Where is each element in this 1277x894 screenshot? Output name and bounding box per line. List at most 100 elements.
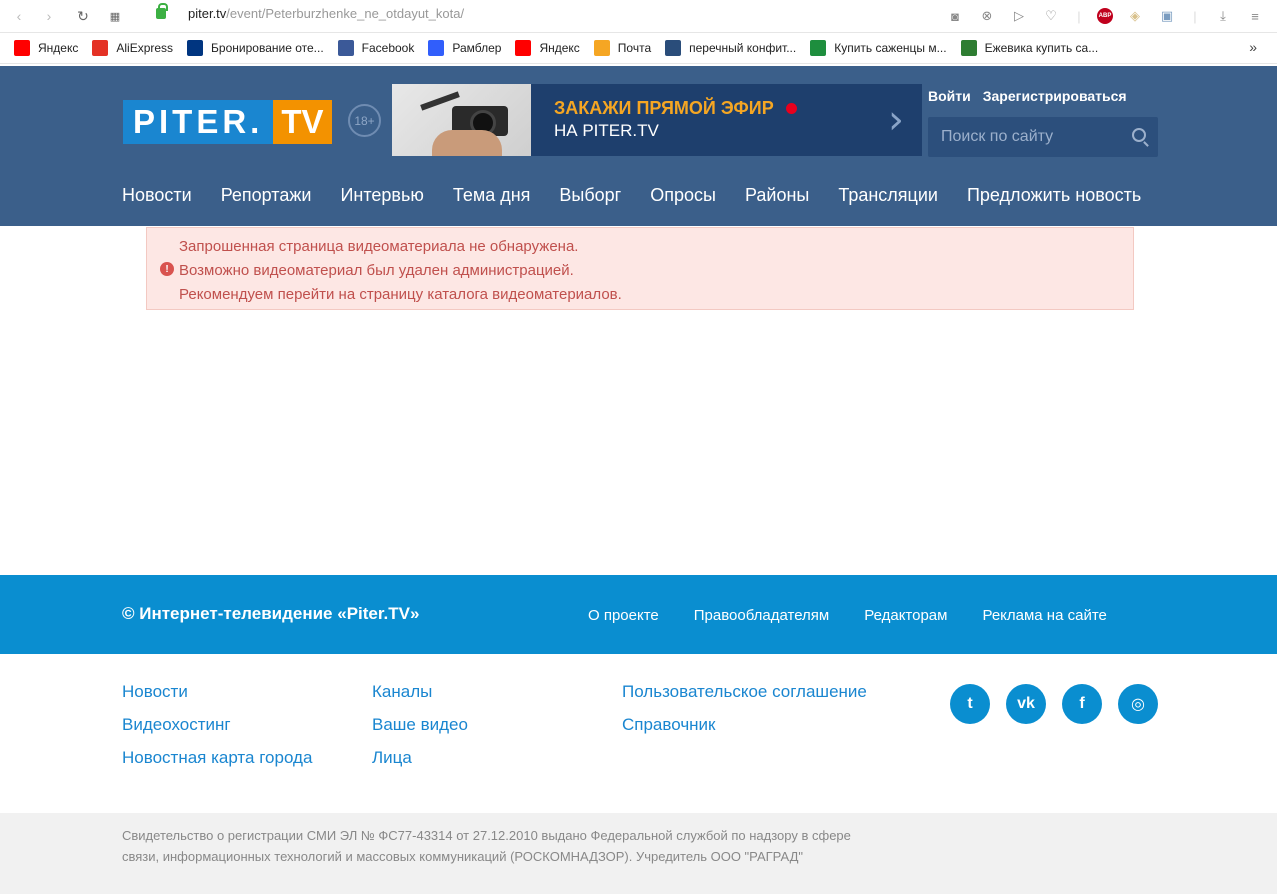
menu-icon[interactable]: ≡ <box>1245 6 1265 26</box>
footer-link[interactable]: Реклама на сайте <box>982 607 1106 624</box>
register-link[interactable]: Зарегистрироваться <box>983 88 1127 104</box>
bookmark-item[interactable]: Рамблер <box>428 40 501 56</box>
forward-icon[interactable]: › <box>38 5 60 27</box>
yandex-icon <box>14 40 30 56</box>
bookmark-item[interactable]: AliExpress <box>92 40 173 56</box>
url-host: piter.tv <box>188 6 227 21</box>
bookmark-label: Купить саженцы м... <box>834 41 947 55</box>
footer-link[interactable]: Редакторам <box>864 607 947 624</box>
facebook-icon[interactable]: f <box>1062 684 1102 724</box>
footer-link[interactable]: О проекте <box>588 607 659 624</box>
footer-col-link[interactable]: Пользовательское соглашение <box>622 682 867 701</box>
divider: | <box>1077 8 1081 24</box>
banner-title: ЗАКАЖИ ПРЯМОЙ ЭФИР <box>554 98 774 118</box>
nav-item[interactable]: Предложить новость <box>967 185 1141 206</box>
login-link[interactable]: Войти <box>928 88 971 104</box>
bookmark-label: Яндекс <box>38 41 79 55</box>
download-icon[interactable]: ⤓ <box>1213 6 1233 26</box>
nav-item[interactable]: Выборг <box>559 185 621 206</box>
nav-item[interactable]: Тема дня <box>453 185 531 206</box>
bookmark-label: Почта <box>617 41 652 55</box>
logo-part2: TV <box>273 100 332 144</box>
heart-icon[interactable]: ♡ <box>1041 6 1061 26</box>
bookmark-label: перечный конфит... <box>689 41 797 55</box>
bookmark-item[interactable]: перечный конфит... <box>665 40 796 56</box>
nav-item[interactable]: Интервью <box>340 185 423 206</box>
shield-icon[interactable]: ⊗ <box>977 6 997 26</box>
chevron-right-icon: › <box>888 97 904 143</box>
browser-tools: ◙ ⊗ ▷ ♡ | ABP ◈ ▣ | ⤓ ≡ <box>945 6 1265 26</box>
aliexpress-icon <box>92 40 109 56</box>
nav-item[interactable]: Трансляции <box>838 185 938 206</box>
address-bar[interactable]: piter.tv/event/Peterburzhenke_ne_otdayut… <box>156 3 465 21</box>
bookmark-label: AliExpress <box>116 41 174 55</box>
rambler-icon <box>428 40 445 56</box>
search-icon[interactable] <box>1132 128 1146 142</box>
browser-toolbar: ‹ › ↻ ▦ piter.tv/event/Peterburzhenke_ne… <box>0 0 1277 33</box>
adblock-icon[interactable]: ABP <box>1097 8 1113 24</box>
legal-line-1: Свидетельство о регистрации СМИ ЭЛ № ФС7… <box>122 828 851 843</box>
url-path: /event/Peterburzhenke_ne_otdayut_kota/ <box>226 6 465 21</box>
booking-icon <box>187 40 204 56</box>
site-header: PITER. TV 18+ ЗАКАЖИ ПРЯМОЙ ЭФИР НА PITE… <box>0 66 1277 226</box>
footer-link[interactable]: Правообладателям <box>694 607 829 624</box>
facebook-icon <box>337 40 354 56</box>
footer-col-link[interactable]: Справочник <box>622 715 867 734</box>
footer-links: О проекте Правообладателям Редакторам Рекла… <box>588 607 1142 624</box>
alert-line-3: Рекомендуем перейти на страницу каталога… <box>179 286 622 303</box>
footer-col-2: Каналы Ваше видео Лица <box>372 682 468 767</box>
ad-banner[interactable]: ЗАКАЖИ ПРЯМОЙ ЭФИР НА PITER.TV › <box>392 84 922 156</box>
bookmark-item[interactable]: Facebook <box>337 40 415 56</box>
b-icon <box>810 40 827 56</box>
record-dot-icon <box>785 103 797 114</box>
recipe-icon <box>665 40 682 56</box>
instagram-icon[interactable]: ◎ <box>1118 684 1158 724</box>
search-input[interactable] <box>941 128 1126 146</box>
bookmark-label: Ежевика купить са... <box>984 41 1099 55</box>
social-links: t vk f ◎ <box>950 684 1158 724</box>
vk-icon[interactable]: vk <box>1006 684 1046 724</box>
lock-icon <box>156 3 168 19</box>
bookmark-label: Facebook <box>361 41 415 55</box>
reload-icon[interactable]: ↻ <box>72 5 94 27</box>
exclamation-icon: ! <box>160 262 174 276</box>
footer-col-1: Новости Видеохостинг Новостная карта город… <box>122 682 312 767</box>
nav-item[interactable]: Новости <box>122 185 192 206</box>
extension-y-icon[interactable]: ▣ <box>1157 6 1177 26</box>
bookmark-item[interactable]: Купить саженцы м... <box>810 40 947 56</box>
camera-image <box>392 84 531 156</box>
copyright: © Интернет-телевидение «Piter.TV» <box>122 604 420 623</box>
banner-subtitle: НА PITER.TV <box>554 121 659 140</box>
footer-col-link[interactable]: Каналы <box>372 682 468 701</box>
error-alert: ! Запрошенная страница видеоматериала не… <box>146 227 1134 310</box>
footer-col-link[interactable]: Новостная карта города <box>122 748 312 767</box>
logo-part1: PITER. <box>123 100 274 144</box>
back-icon[interactable]: ‹ <box>8 5 30 27</box>
footer-col-3: Пользовательское соглашение Справочник <box>622 682 867 734</box>
extension-cube-icon[interactable]: ◈ <box>1125 6 1145 26</box>
alert-line-2: Возможно видеоматериал был удален админи… <box>179 262 574 279</box>
bookmark-item[interactable]: Яндекс <box>14 40 78 56</box>
send-icon[interactable]: ▷ <box>1009 6 1029 26</box>
bookmarks-bar: Яндекс AliExpress Бронирование оте... Faceb… <box>0 33 1277 64</box>
bookmark-item[interactable]: Бронирование оте... <box>187 40 324 56</box>
bookmark-item[interactable]: Почта <box>593 40 652 56</box>
snapshot-icon[interactable]: ◙ <box>945 6 965 26</box>
more-bookmarks-icon[interactable]: » <box>1249 39 1257 55</box>
footer-col-link[interactable]: Ваше видео <box>372 715 468 734</box>
footer-col-link[interactable]: Новости <box>122 682 312 701</box>
site-logo[interactable]: PITER. TV <box>123 100 332 144</box>
footer-col-link[interactable]: Видеохостинг <box>122 715 312 734</box>
footer-col-link[interactable]: Лица <box>372 748 468 767</box>
nav-item[interactable]: Опросы <box>650 185 716 206</box>
bookmark-item[interactable]: Яндекс <box>515 40 580 56</box>
nav-item[interactable]: Районы <box>745 185 809 206</box>
footer-links-section: Новости Видеохостинг Новостная карта город… <box>0 654 1277 813</box>
bookmark-item[interactable]: Ежевика купить са... <box>960 40 1099 56</box>
twitter-icon[interactable]: t <box>950 684 990 724</box>
nav-item[interactable]: Репортажи <box>221 185 312 206</box>
speed-dial-icon[interactable]: ▦ <box>104 5 126 27</box>
tree-icon <box>960 40 977 56</box>
yandex-icon <box>515 40 532 56</box>
mail-icon <box>593 40 610 56</box>
